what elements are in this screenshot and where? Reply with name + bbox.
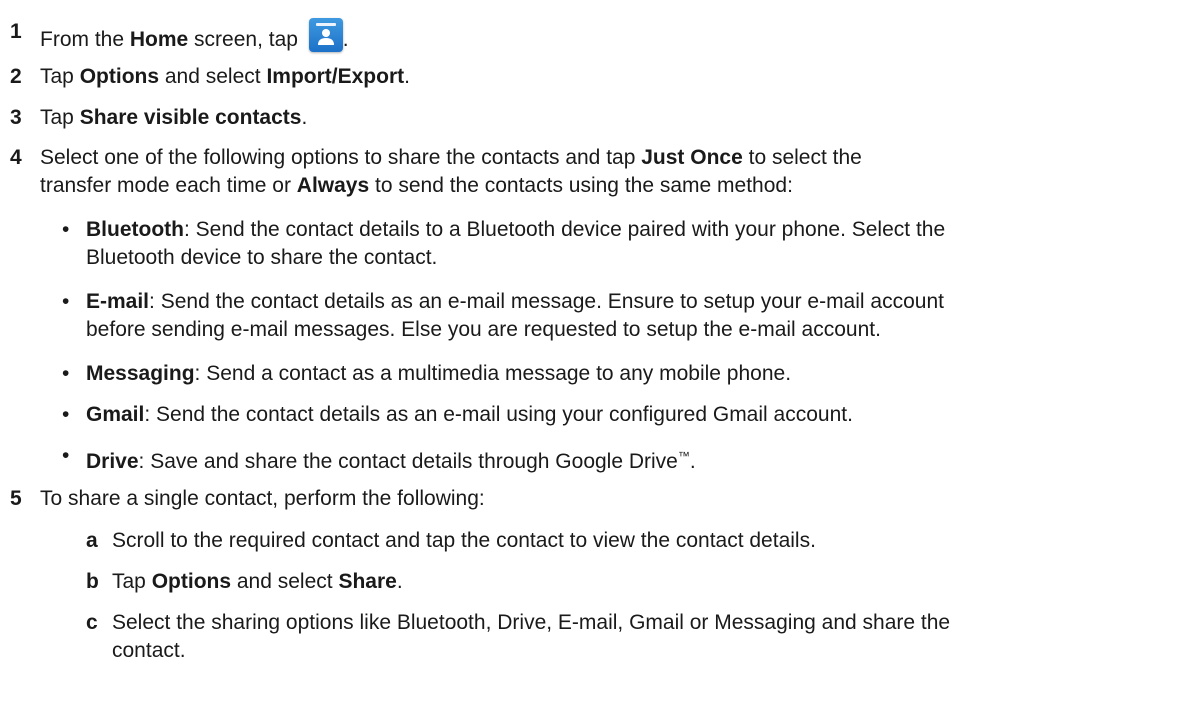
bullet-text: E-mail: Send the contact details as an e… [86,290,944,313]
step-text: Tap Options and select Import/Export. [40,65,410,88]
step-number: 4 [10,146,22,169]
substep-letter: c [86,611,98,634]
substep-text: contact. [112,639,186,662]
substep-text: Tap Options and select Share. [112,570,403,593]
step-text: From the Home screen, tap . [40,18,349,54]
substep-letter: a [86,529,98,552]
trademark-symbol: ™ [677,449,690,463]
substep-text: Select the sharing options like Bluetoot… [112,611,951,634]
substep-letter: b [86,570,99,593]
step-text: Tap Share visible contacts. [40,106,308,129]
bullet-mark: • [62,362,70,385]
bullet-text: Gmail: Send the contact details as an e-… [86,403,853,426]
step-number: 5 [10,487,22,510]
bullet-text: Bluetooth device to share the contact. [86,246,438,269]
contacts-app-icon [308,18,343,52]
substep-text: Scroll to the required contact and tap t… [112,529,816,552]
step-number: 2 [10,65,22,88]
step-text: transfer mode each time or Always to sen… [40,174,793,197]
step-text: Select one of the following options to s… [40,146,862,169]
step-number: 1 [10,20,22,43]
bullet-text: Drive: Save and share the contact detail… [86,449,696,473]
bullet-mark: • [62,218,70,241]
step-number: 3 [10,106,22,129]
bullet-mark: • [62,444,70,467]
bullet-mark: • [62,290,70,313]
bullet-text: before sending e-mail messages. Else you… [86,318,881,341]
bullet-text: Messaging: Send a contact as a multimedi… [86,362,792,385]
bullet-mark: • [62,403,70,426]
step-text: To share a single contact, perform the f… [40,487,485,510]
bullet-text: Bluetooth: Send the contact details to a… [86,218,946,241]
